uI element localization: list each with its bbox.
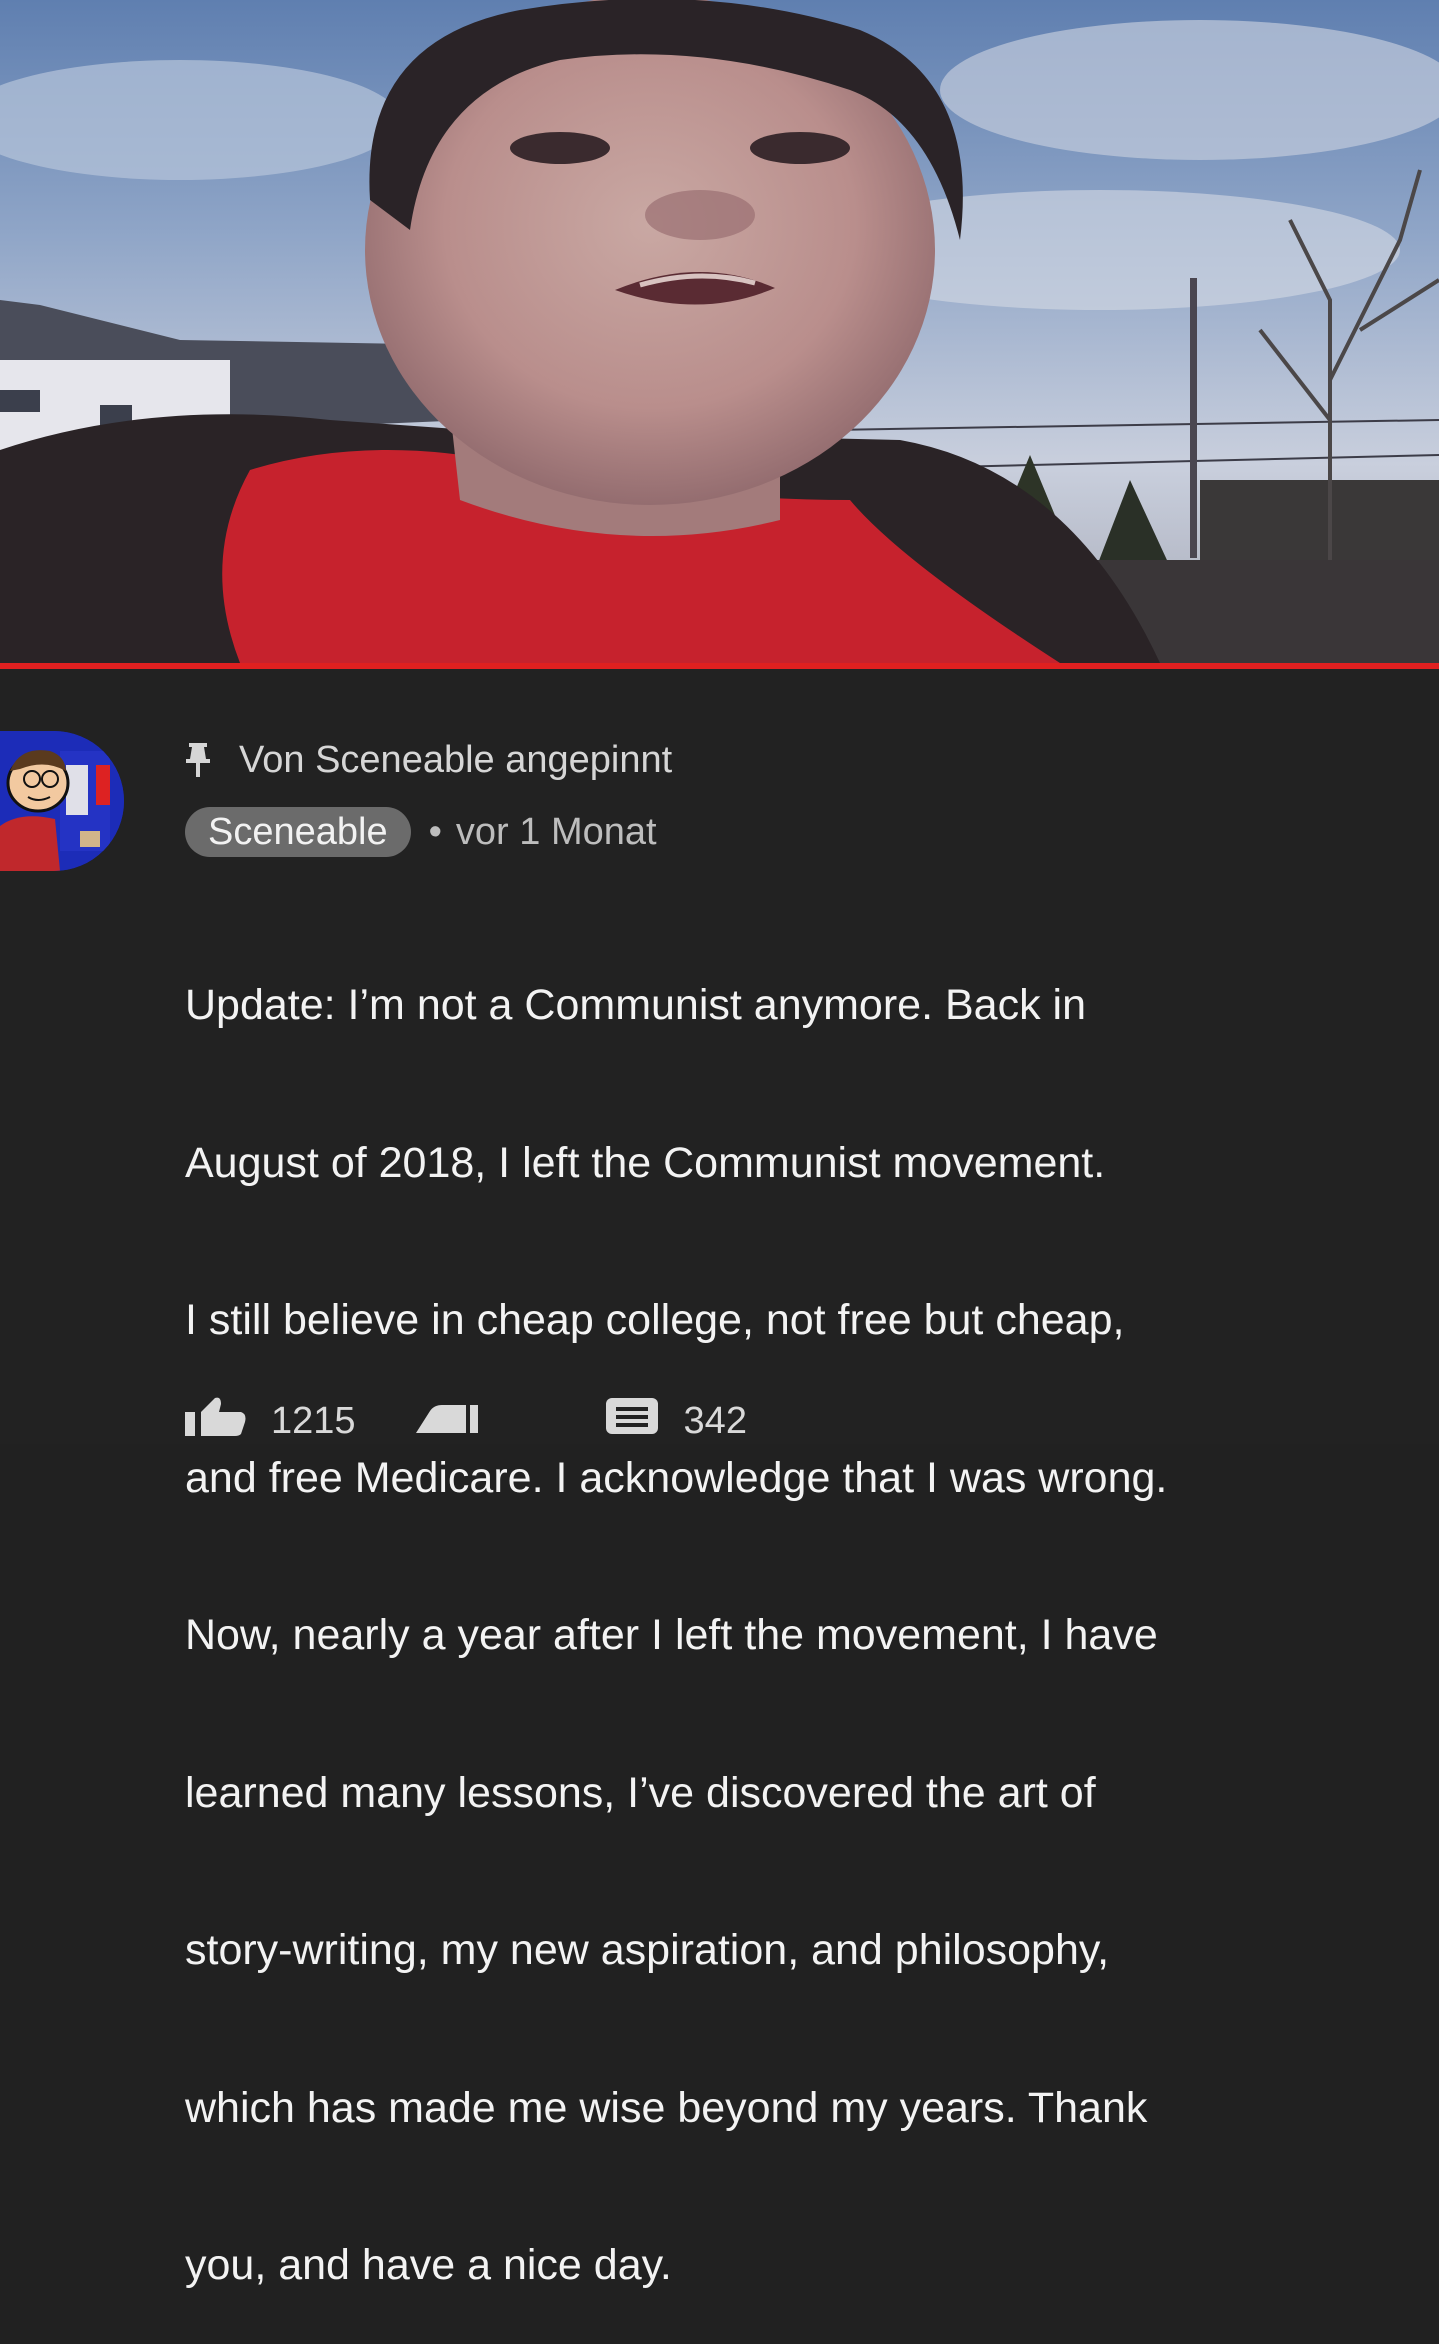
like-count: 1215 (271, 1399, 356, 1442)
thumbs-down-icon[interactable] (415, 1400, 478, 1443)
separator-dot: • (428, 810, 442, 853)
pinned-indicator: Von Sceneable angepinnt (183, 738, 672, 782)
comment-line: I still believe in cheap college, not fr… (185, 1296, 1125, 1344)
comment-line: story-writing, my new aspiration, and ph… (185, 1926, 1110, 1974)
comment-body: Update: I’m not a Communist anymore. Bac… (185, 874, 1435, 2344)
comment-line: and free Medicare. I acknowledge that I … (185, 1453, 1168, 1502)
comment-line: which has made me wise beyond my years. … (185, 2083, 1148, 2132)
comment-line: you, and have a nice day. (185, 2241, 672, 2289)
comment-header: Sceneable • vor 1 Monat (185, 806, 657, 858)
pinned-label: Von Sceneable angepinnt (239, 738, 673, 781)
comment-icon[interactable] (605, 1398, 658, 1444)
video-player[interactable] (0, 0, 1439, 663)
comment-line: learned many lessons, I’ve discovered th… (185, 1768, 1096, 1817)
reply-count: 342 (683, 1399, 747, 1442)
comment-line: Now, nearly a year after I left the move… (185, 1611, 1158, 1659)
video-thumbnail (0, 0, 1439, 663)
comment-line: August of 2018, I left the Communist mov… (185, 1138, 1106, 1187)
comment-actions: 1215 342 (185, 1396, 747, 1446)
comment-line: Update: I’m not a Communist anymore. Bac… (185, 981, 1086, 1029)
author-name-chip[interactable]: Sceneable (185, 807, 411, 857)
comment-timestamp[interactable]: vor 1 Monat (456, 811, 657, 854)
thumbs-up-icon[interactable] (185, 1396, 247, 1446)
pin-icon (183, 741, 213, 779)
